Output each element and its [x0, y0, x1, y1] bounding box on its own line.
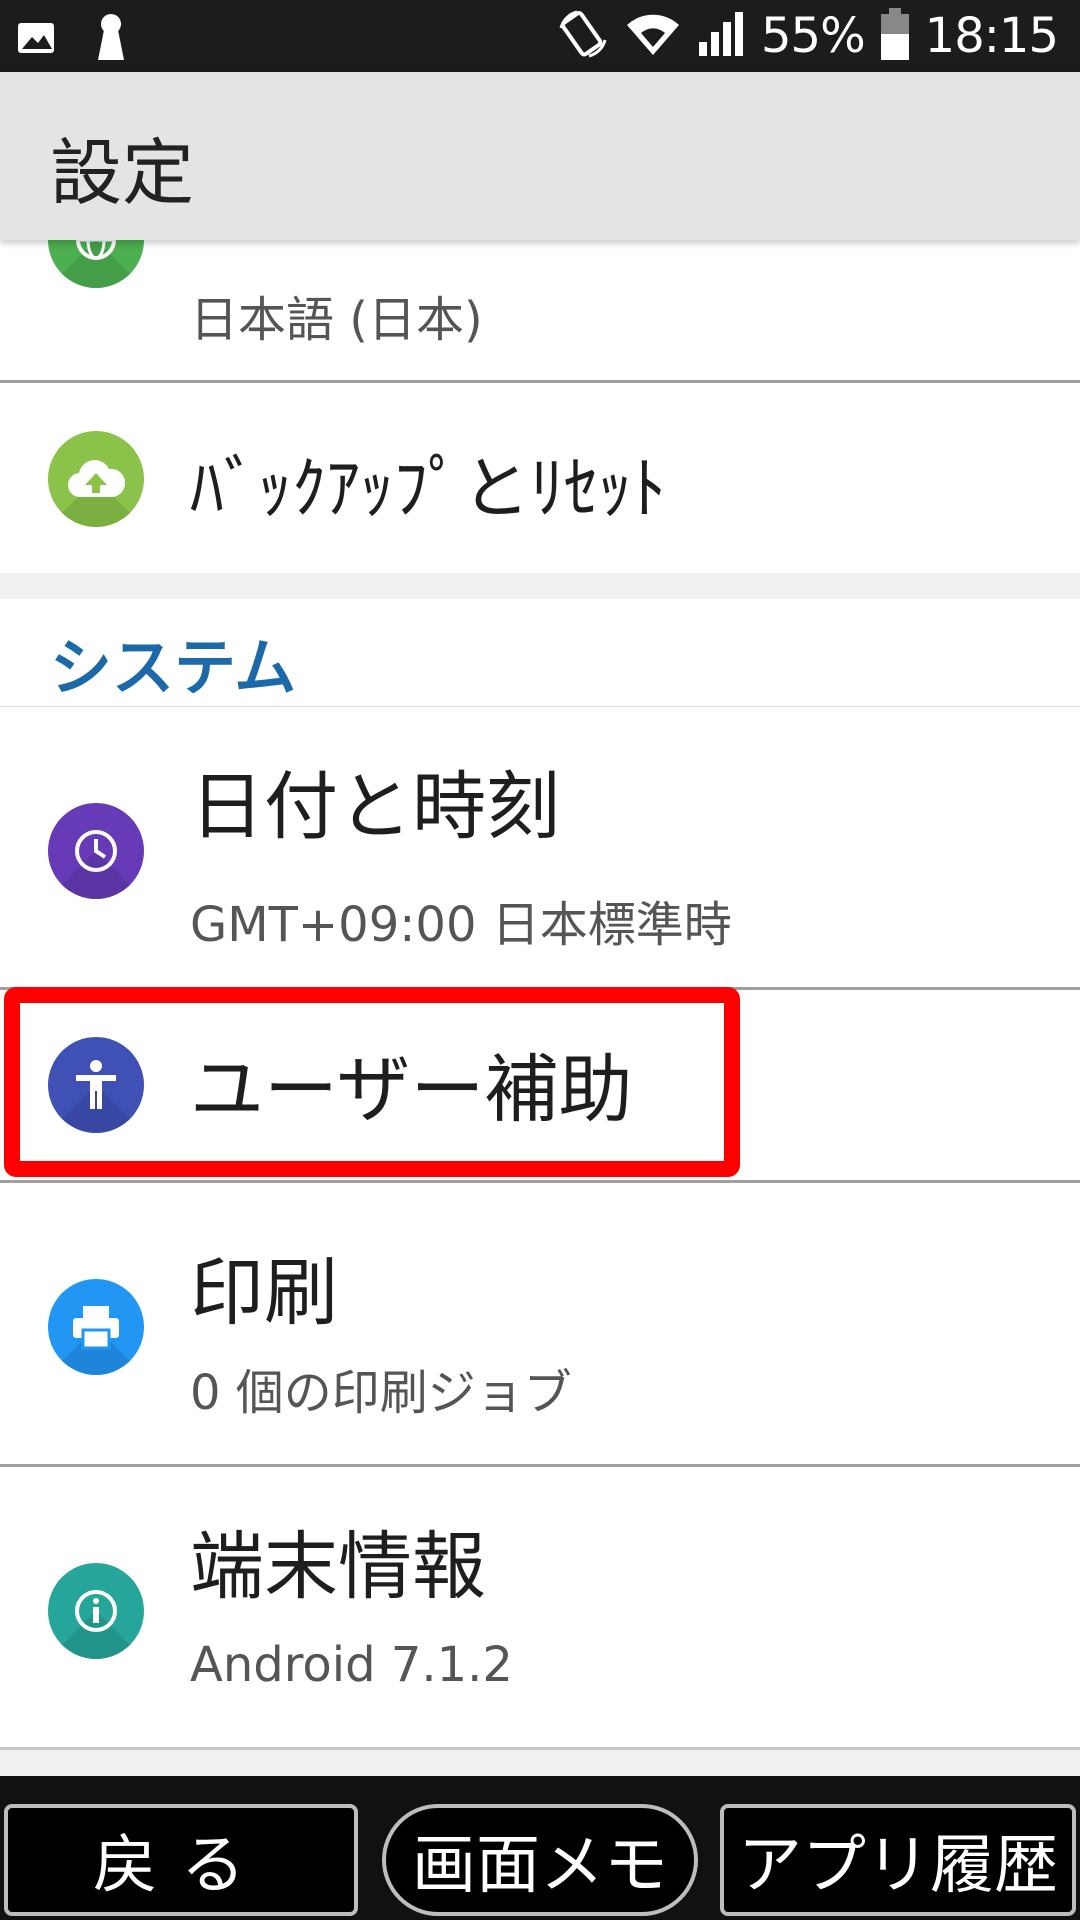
- globe-icon: [48, 240, 144, 288]
- section-header-system: システム: [50, 631, 297, 704]
- print-title: 印刷: [190, 1250, 338, 1336]
- section-separator: [0, 573, 1080, 599]
- section-separator: [0, 1750, 1080, 1776]
- keyhole-icon: [96, 12, 126, 66]
- battery-icon: [880, 8, 909, 64]
- settings-list[interactable]: 日本語 (日本) ﾊﾞｯｸｱｯﾌﾟとﾘｾｯﾄ システム 日付と時刻 GMT+09…: [0, 240, 1080, 1776]
- settings-item-print[interactable]: 印刷 0 個の印刷ジョブ: [0, 1183, 1080, 1465]
- device-info-subtitle: Android 7.1.2: [190, 1637, 513, 1693]
- image-notification-icon: [16, 17, 56, 61]
- printer-icon: [48, 1279, 144, 1375]
- datetime-title: 日付と時刻: [190, 764, 560, 850]
- info-icon: [48, 1563, 144, 1659]
- rotation-icon: [557, 8, 609, 64]
- cloud-upload-icon: [48, 431, 144, 527]
- page-title: 設定: [50, 131, 195, 215]
- clock-time: 18:15: [924, 8, 1059, 64]
- screen-memo-button[interactable]: 画面メモ: [382, 1804, 698, 1916]
- accessibility-icon: [48, 1037, 144, 1133]
- settings-item-backup[interactable]: ﾊﾞｯｸｱｯﾌﾟとﾘｾｯﾄ: [0, 383, 1080, 573]
- backup-title: ﾊﾞｯｸｱｯﾌﾟとﾘｾｯﾄ: [190, 450, 667, 529]
- settings-item-device-info[interactable]: 端末情報 Android 7.1.2: [0, 1467, 1080, 1747]
- accessibility-title: ユーザー補助: [190, 1047, 633, 1133]
- battery-percent: 55%: [760, 8, 866, 64]
- language-subtitle: 日本語 (日本): [190, 292, 483, 348]
- wifi-icon: [625, 11, 681, 61]
- app-bar: 設定: [0, 72, 1080, 240]
- signal-icon: [697, 10, 745, 62]
- datetime-subtitle: GMT+09:00 日本標準時: [190, 897, 732, 953]
- bottom-nav: 戻る 画面メモ アプリ履歴: [0, 1776, 1080, 1920]
- settings-item-accessibility[interactable]: ユーザー補助: [0, 990, 1080, 1180]
- back-button[interactable]: 戻る: [4, 1804, 358, 1916]
- status-bar: 55% 18:15: [0, 0, 1080, 72]
- clock-icon: [48, 803, 144, 899]
- print-subtitle: 0 個の印刷ジョブ: [190, 1365, 572, 1421]
- device-info-title: 端末情報: [190, 1524, 486, 1610]
- section-system: システム: [0, 599, 1080, 706]
- app-history-button[interactable]: アプリ履歴: [720, 1804, 1076, 1916]
- settings-item-language[interactable]: 日本語 (日本): [0, 240, 1080, 380]
